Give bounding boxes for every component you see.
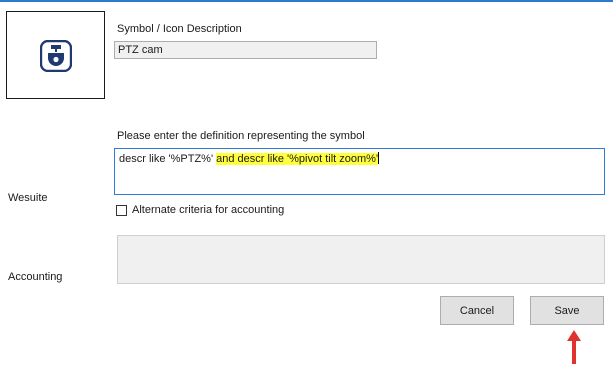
accounting-label: Accounting xyxy=(8,271,63,283)
save-button[interactable]: Save xyxy=(530,296,604,325)
description-label: Symbol / Icon Description xyxy=(117,23,242,35)
red-arrow-up-icon xyxy=(567,330,581,364)
text-caret xyxy=(378,152,380,164)
alternate-criteria-checkbox[interactable] xyxy=(116,204,127,216)
alternate-criteria-label[interactable]: Alternate criteria for accounting xyxy=(132,204,284,216)
wesuite-label: Wesuite xyxy=(8,192,48,204)
ptz-camera-icon xyxy=(40,40,72,72)
alternate-criteria-row[interactable]: Alternate criteria for accounting xyxy=(116,204,284,216)
definition-label: Please enter the definition representing… xyxy=(117,130,365,142)
description-field[interactable]: PTZ cam xyxy=(114,41,377,59)
cancel-button[interactable]: Cancel xyxy=(440,296,514,325)
definition-textarea[interactable]: descr like '%PTZ%' and descr like '%pivo… xyxy=(114,148,605,195)
definition-text: descr like '%PTZ%' xyxy=(119,153,217,165)
window-top-border xyxy=(0,0,613,2)
accounting-field[interactable] xyxy=(117,235,605,284)
definition-highlighted-text: and descr like '%pivot tilt zoom%' xyxy=(216,153,379,165)
symbol-preview[interactable] xyxy=(6,11,105,99)
